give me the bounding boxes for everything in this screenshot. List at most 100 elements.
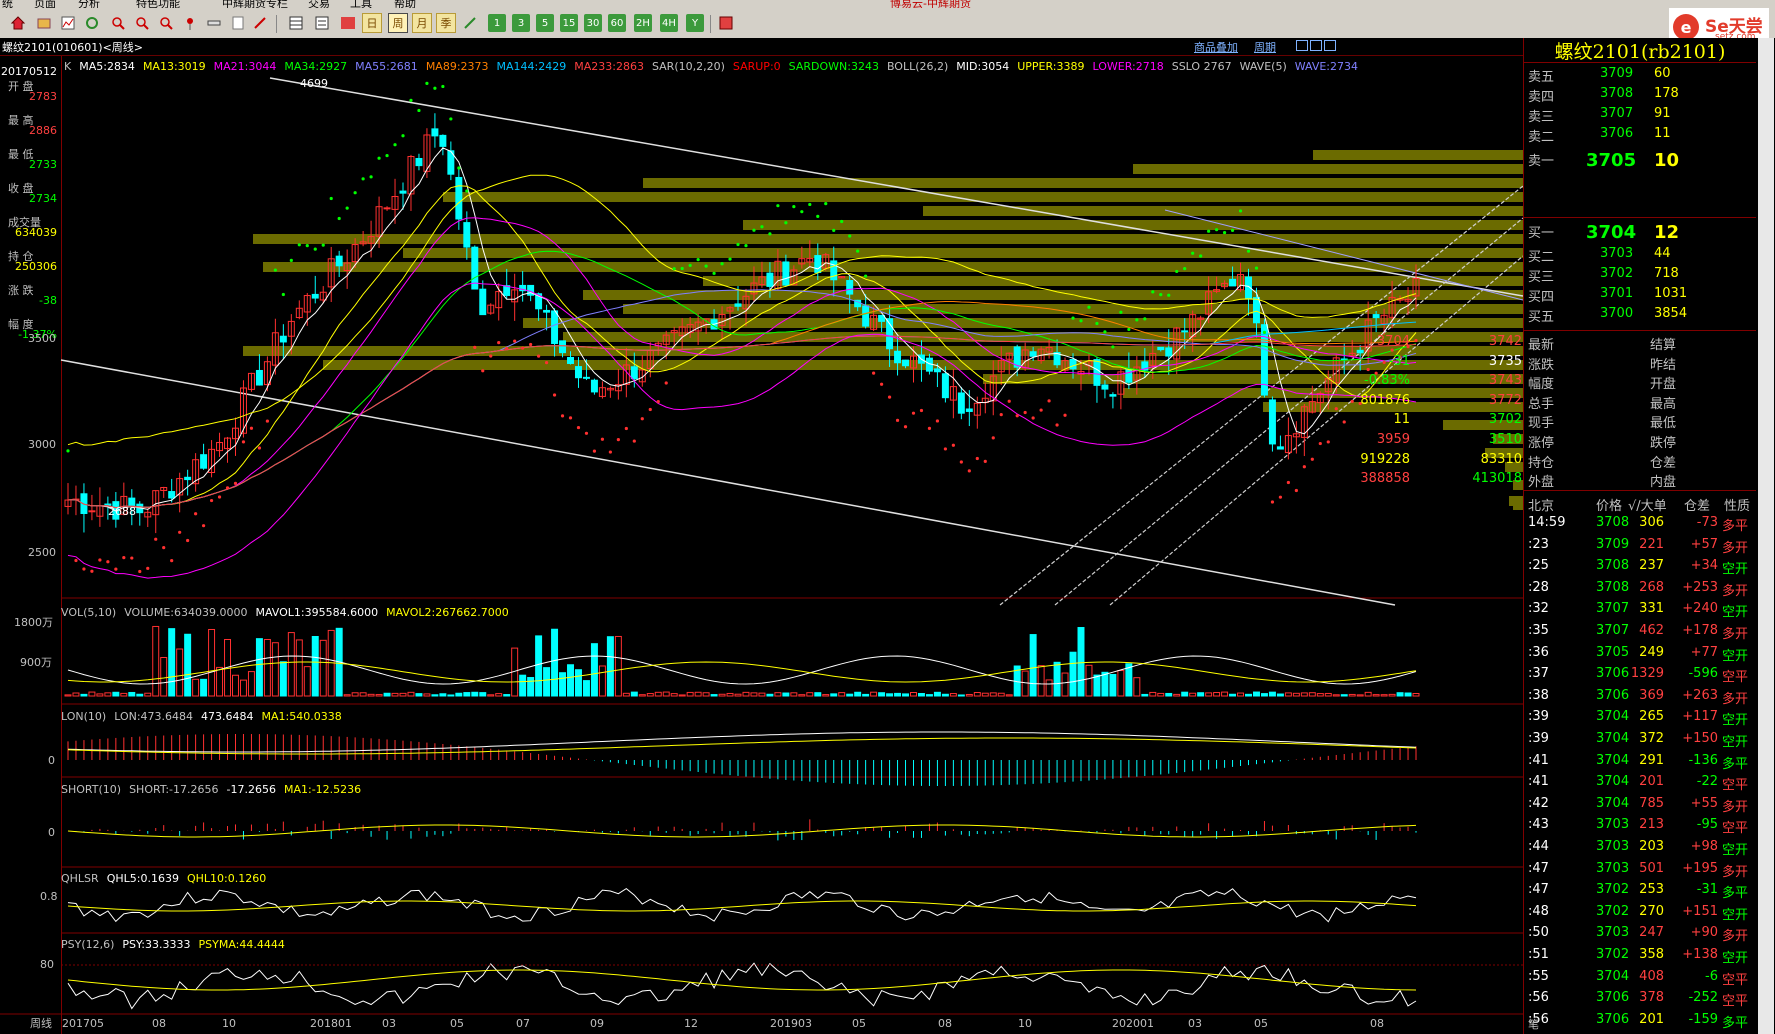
sar-dot: [991, 436, 995, 440]
trade-oi-change: +253: [1682, 579, 1718, 595]
volume-bar: [742, 691, 750, 697]
trade-row: :36 3705 249 +77 空开: [1524, 642, 1756, 664]
bid-volume: 1031: [1654, 286, 1688, 301]
sar-dot: [1350, 399, 1354, 403]
candle-body: [551, 310, 559, 344]
volume-bar: [255, 638, 263, 697]
sar-dot: [983, 459, 987, 463]
candle-body: [168, 491, 176, 499]
ask-label: 卖四: [1528, 90, 1555, 105]
sub-indicator-value: VOLUME:634039.0000: [124, 606, 247, 619]
volume-bar: [192, 678, 200, 697]
candle-body: [383, 207, 391, 210]
trade-oi-change: -95: [1696, 817, 1718, 833]
volume-bar: [519, 674, 527, 697]
ask-volume: 10: [1654, 150, 1680, 171]
volume-bar: [622, 692, 630, 697]
volume-bar: [838, 692, 846, 697]
scrollbar[interactable]: [1758, 38, 1774, 1034]
volume-bar: [1268, 691, 1276, 697]
trade-row: :39 3704 372 +150 空开: [1524, 728, 1756, 750]
trade-nature: 多开: [1722, 583, 1749, 599]
volume-bar: [1237, 692, 1245, 697]
trade-oi-change: +240: [1682, 601, 1718, 617]
volume-bar: [1380, 694, 1388, 697]
candle-body: [439, 134, 447, 147]
volume-bar: [654, 691, 662, 697]
trade-nature: 空开: [1722, 562, 1749, 578]
trade-oi-change: +57: [1690, 536, 1718, 552]
sar-dot: [959, 460, 963, 464]
volume-bar: [973, 692, 981, 697]
indicator-value: SARUP:0: [733, 60, 781, 73]
trade-row: :55 3704 408 -6 空平: [1524, 966, 1756, 988]
stat-value: -31: [1388, 353, 1410, 369]
trade-time: :41: [1528, 752, 1549, 768]
trade-price: 3708: [1596, 515, 1630, 530]
x-tick: 03: [382, 1017, 396, 1030]
stat-label: 涨跌: [1528, 357, 1555, 373]
candle-body: [543, 309, 551, 313]
volume-bar: [96, 693, 104, 697]
candle-body: [200, 454, 208, 469]
sar-dot: [114, 567, 118, 571]
candle-body: [1356, 349, 1364, 354]
volume-bar: [638, 694, 646, 697]
trade-time: :55: [1528, 968, 1549, 984]
volume-bar: [997, 692, 1005, 697]
sar-dot: [927, 426, 932, 430]
sar-dot: [967, 469, 971, 473]
sar-dot: [1071, 316, 1075, 320]
volume-profile-bar: [403, 248, 1523, 258]
sar-dot: [656, 400, 660, 404]
sar-dot: [975, 456, 979, 461]
volume-bar: [582, 680, 590, 697]
trade-price: 3707: [1596, 601, 1630, 617]
sar-dot: [864, 274, 868, 278]
sub-indicator-value: PSY:33.3333: [122, 938, 190, 951]
sar-dot: [696, 258, 700, 262]
candle-body: [311, 293, 319, 299]
trade-nature: 空平: [1722, 994, 1749, 1010]
stat-label: 持仓: [1528, 455, 1555, 471]
candle-body: [463, 222, 471, 248]
volume-bar: [407, 691, 415, 697]
sar-dot: [377, 156, 381, 160]
volume-bar: [1205, 692, 1213, 697]
volume-bar: [471, 691, 479, 697]
sar-dot: [385, 153, 389, 158]
trade-volume: 270: [1639, 903, 1664, 919]
trade-price: 3704: [1596, 709, 1630, 725]
volume-bar: [1396, 692, 1404, 697]
moving-average-line: [67, 147, 1417, 512]
sar-dot: [1055, 423, 1059, 427]
indicator-value: UPPER:3389: [1017, 60, 1084, 73]
sar-dot: [537, 354, 541, 358]
quote-panel: 螺纹2101(rb2101) 卖五 3709 60 卖四 3708 178 卖三 3707 91…: [1360, 38, 1775, 1034]
trade-time: :56: [1528, 990, 1549, 1006]
volume-bar: [774, 692, 782, 697]
sar-dot: [186, 538, 190, 543]
sar-dot: [1222, 230, 1227, 235]
volume-bar: [160, 657, 168, 697]
trade-oi-change: -252: [1688, 990, 1718, 1006]
candle-body: [88, 510, 96, 513]
high-label: 4699: [300, 77, 328, 90]
sar-dot: [473, 345, 477, 349]
stat-value: 801876: [1360, 392, 1410, 408]
trade-oi-change: +138: [1682, 947, 1718, 962]
sar-dot: [1366, 367, 1370, 372]
x-tick: 202001: [1112, 1017, 1154, 1030]
candle-body: [399, 190, 407, 194]
chart-area[interactable]: K MA5:2834 MA13:3019 MA21:3044 MA34:2927 MA55…: [0, 0, 1523, 1034]
x-tick: 10: [222, 1017, 236, 1030]
bid-volume: 44: [1654, 246, 1671, 261]
sar-dot: [369, 175, 373, 179]
volume-profile-bar: [243, 346, 1523, 356]
trade-time: :39: [1528, 709, 1549, 725]
sar-dot: [82, 567, 86, 571]
sar-dot: [154, 537, 158, 541]
trade-volume: 237: [1639, 558, 1664, 574]
sar-dot: [672, 267, 676, 271]
sar-dot: [130, 556, 134, 560]
